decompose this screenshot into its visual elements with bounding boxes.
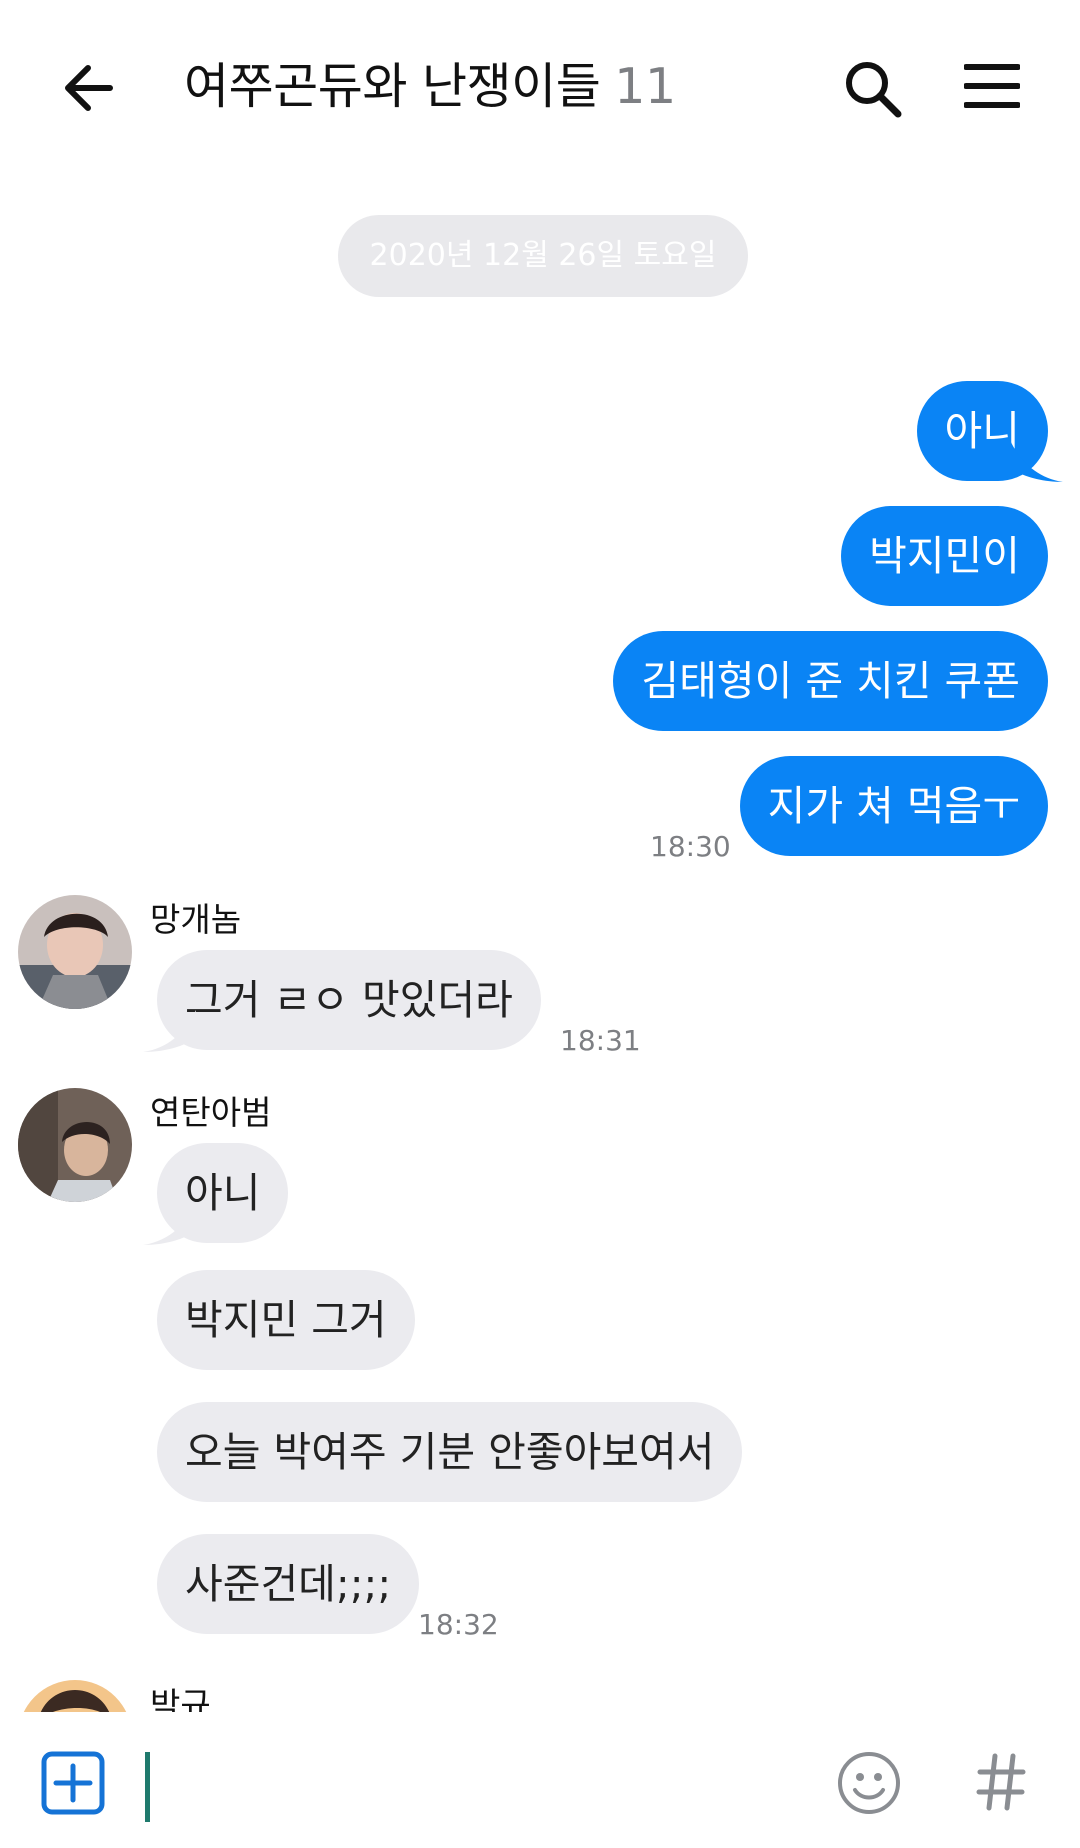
back-arrow-icon[interactable] [60, 60, 116, 116]
outgoing-message[interactable]: 김태형이 준 치킨 쿠폰 [613, 631, 1048, 731]
search-icon[interactable] [842, 58, 904, 120]
outgoing-bubble-tail [1010, 440, 1063, 482]
member-count: 11 [614, 58, 676, 115]
plus-box-icon[interactable] [40, 1750, 106, 1816]
partial-message-group: 박규 [0, 1670, 1080, 1712]
message-time: 18:30 [650, 830, 731, 863]
date-divider: 2020년 12월 26일 토요일 [338, 215, 748, 297]
chat-room-name: 여쭈곤듀와 난쟁이들 [184, 58, 601, 115]
smiley-icon[interactable] [836, 1750, 902, 1816]
message-input-bar [0, 1712, 1080, 1848]
outgoing-message[interactable]: 박지민이 [841, 506, 1048, 606]
outgoing-message[interactable]: 지가 쳐 먹음ㅜ [739, 756, 1048, 856]
message-time: 18:32 [418, 1608, 499, 1641]
sender-name: 박규 [150, 1685, 211, 1712]
incoming-message[interactable]: 오늘 박여주 기분 안좋아보여서 [157, 1402, 743, 1502]
menu-icon[interactable] [964, 62, 1020, 110]
sender-name: 연탄아범 [150, 1093, 272, 1132]
incoming-bubble-tail [143, 1010, 196, 1052]
avatar[interactable] [18, 1680, 132, 1712]
incoming-message[interactable]: 박지민 그거 [157, 1270, 415, 1370]
message-input-cursor[interactable] [145, 1752, 150, 1822]
incoming-message[interactable]: 그거 ㄹㅇ 맛있더라 [157, 950, 541, 1050]
incoming-message[interactable]: 사준건데;;;; [157, 1534, 420, 1634]
incoming-bubble-tail [143, 1203, 196, 1245]
hashtag-icon[interactable] [976, 1752, 1026, 1812]
sender-name: 망개놈 [150, 900, 242, 939]
chat-header: 여쭈곤듀와 난쟁이들 11 [0, 0, 1080, 170]
avatar[interactable] [18, 1088, 132, 1202]
message-time: 18:31 [560, 1024, 641, 1057]
chat-title: 여쭈곤듀와 난쟁이들 11 [184, 52, 676, 122]
avatar[interactable] [18, 895, 132, 1009]
